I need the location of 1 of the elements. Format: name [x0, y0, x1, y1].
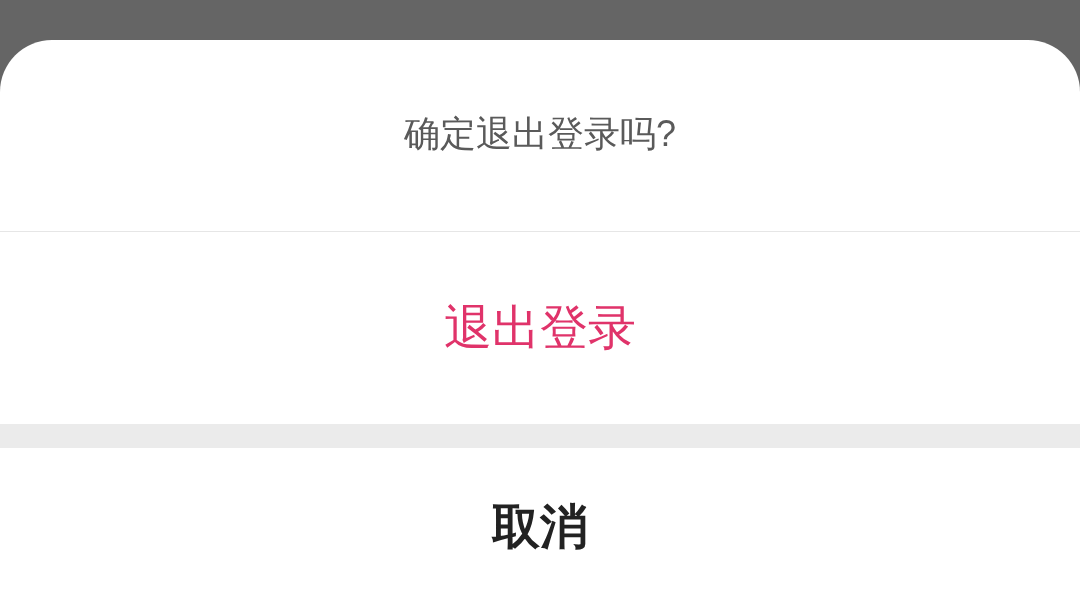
confirm-message: 确定退出登录吗? — [404, 111, 676, 156]
